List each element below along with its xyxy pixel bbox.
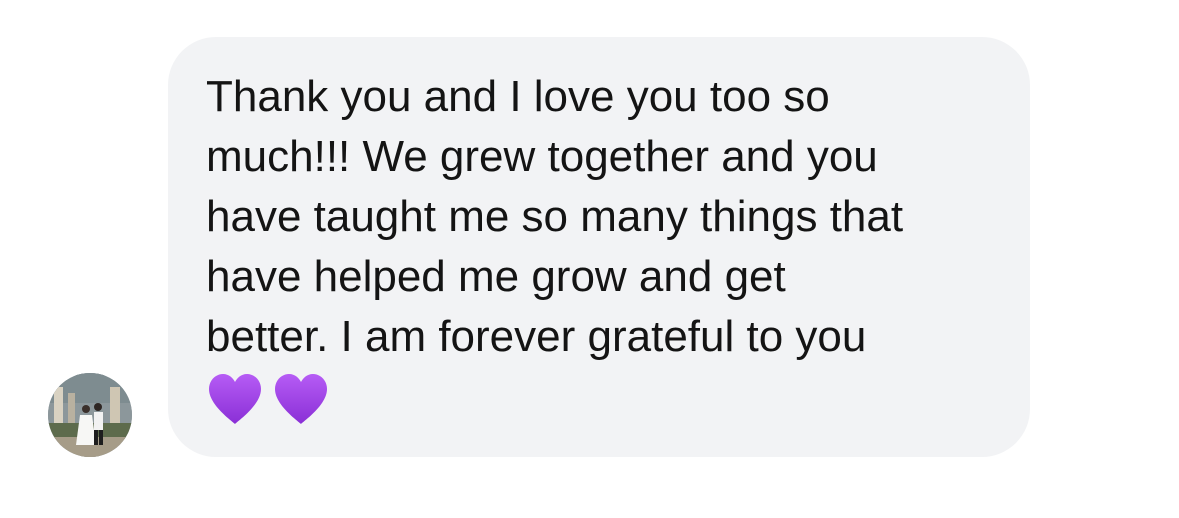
emoji-row <box>206 369 994 429</box>
purple-heart-icon <box>272 372 330 426</box>
sender-avatar[interactable] <box>48 373 132 457</box>
message-text: Thank you and I love you too so much!!! … <box>206 72 904 361</box>
purple-heart-icon <box>206 372 264 426</box>
avatar-photo-icon <box>48 373 132 457</box>
message-bubble[interactable]: Thank you and I love you too so much!!! … <box>168 37 1030 457</box>
